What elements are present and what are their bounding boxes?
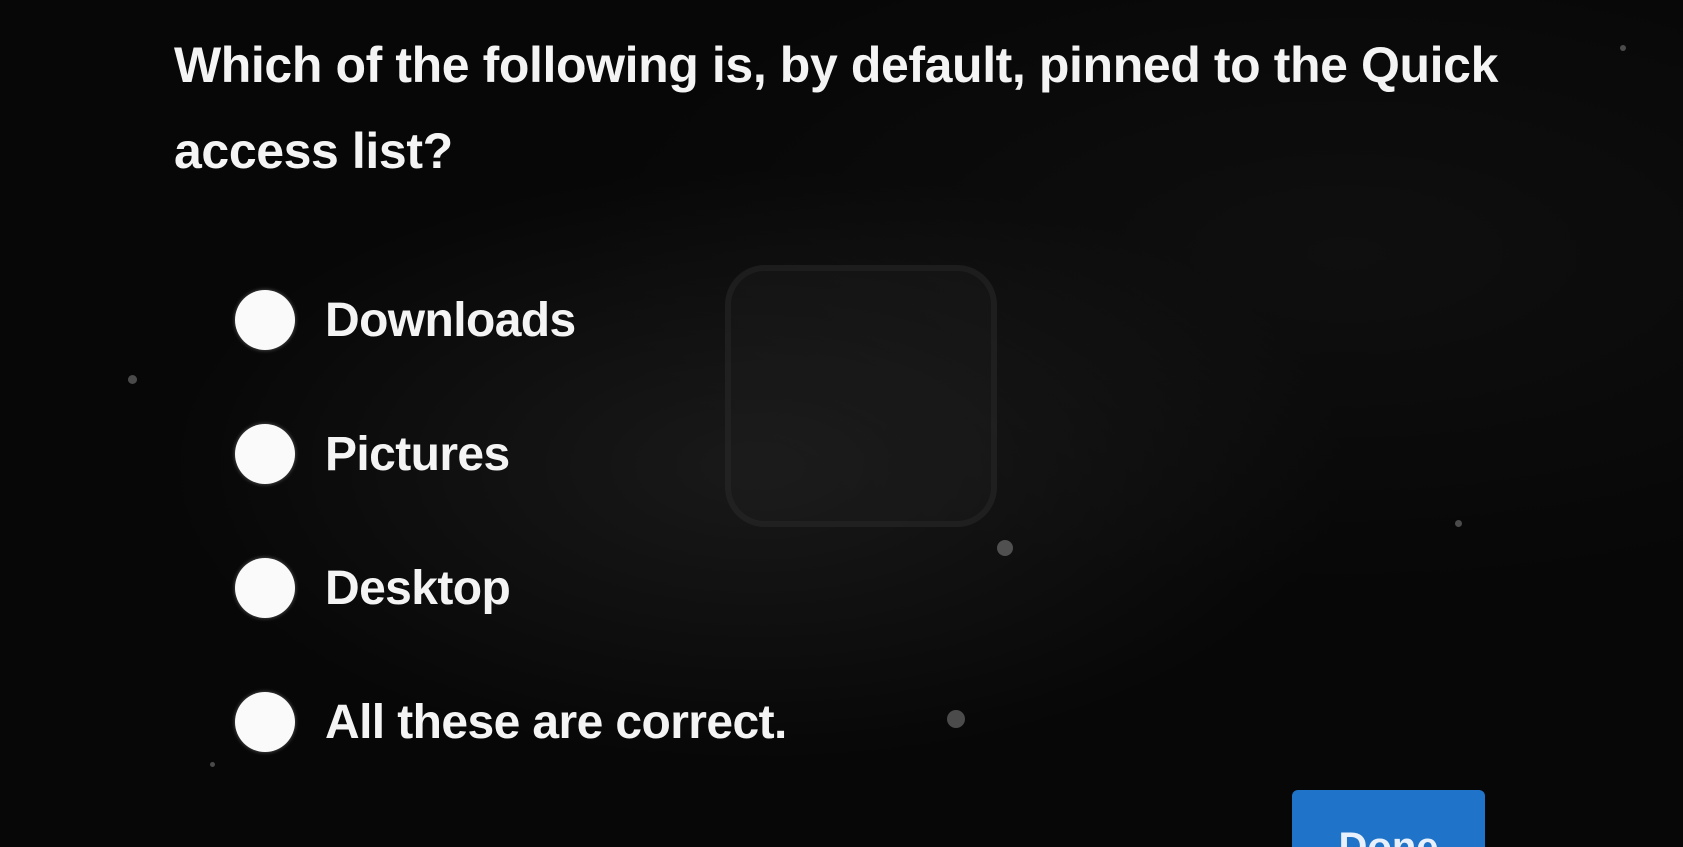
radio-button[interactable] <box>235 558 295 618</box>
option-pictures[interactable]: Pictures <box>235 423 787 485</box>
dust-speck <box>1620 45 1626 51</box>
option-label: Desktop <box>325 561 511 615</box>
question-text: Which of the following is, by default, p… <box>174 37 1498 179</box>
option-label: Downloads <box>325 293 576 347</box>
dust-speck <box>128 375 137 384</box>
radio-button[interactable] <box>235 424 295 484</box>
dust-speck <box>1455 520 1462 527</box>
dust-speck <box>997 540 1013 556</box>
quiz-screen: Which of the following is, by default, p… <box>0 0 1683 847</box>
option-label: All these are correct. <box>325 695 787 749</box>
dust-speck <box>947 710 965 728</box>
answer-options: Downloads Pictures Desktop All these are… <box>235 289 787 825</box>
option-downloads[interactable]: Downloads <box>235 289 787 351</box>
option-desktop[interactable]: Desktop <box>235 557 787 619</box>
option-all-correct[interactable]: All these are correct. <box>235 691 787 753</box>
done-button[interactable]: Done <box>1292 790 1485 847</box>
option-label: Pictures <box>325 427 510 481</box>
dust-speck <box>210 762 215 767</box>
radio-button[interactable] <box>235 692 295 752</box>
radio-button[interactable] <box>235 290 295 350</box>
